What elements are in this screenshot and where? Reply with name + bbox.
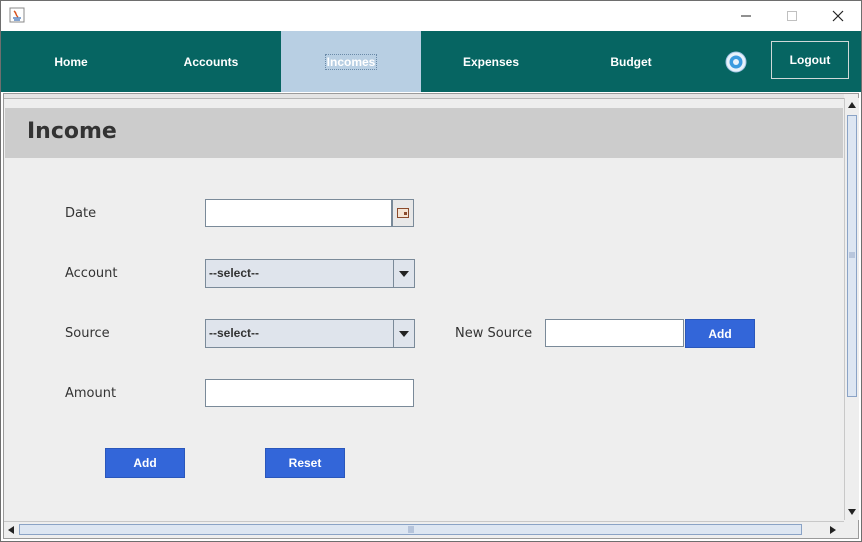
chevron-down-icon — [399, 330, 409, 337]
account-dropdown-arrow[interactable] — [393, 260, 414, 287]
app-window: Home Accounts Incomes Expenses Budget Lo… — [0, 0, 862, 542]
new-source-field[interactable] — [545, 319, 684, 347]
maximize-icon — [787, 11, 797, 21]
reset-button[interactable]: Reset — [265, 448, 345, 478]
source-dropdown-arrow[interactable] — [393, 320, 414, 347]
logout-button[interactable]: Logout — [771, 41, 849, 79]
maximize-button[interactable] — [769, 1, 815, 31]
date-label: Date — [65, 206, 97, 221]
source-select[interactable]: --select-- — [205, 319, 415, 348]
date-field[interactable] — [205, 199, 392, 227]
java-app-icon — [9, 7, 25, 23]
date-picker-button[interactable] — [392, 199, 414, 227]
close-button[interactable] — [815, 1, 861, 31]
scroll-up-icon[interactable] — [848, 102, 856, 108]
main-nav: Home Accounts Incomes Expenses Budget Lo… — [1, 31, 861, 92]
add-income-button[interactable]: Add — [105, 448, 185, 478]
close-icon — [832, 10, 844, 22]
grip-icon — [849, 252, 855, 258]
content-panel: Income Date Account --select-- Source --… — [3, 93, 859, 539]
scroll-right-icon[interactable] — [830, 526, 836, 534]
page-header: Income — [5, 108, 843, 158]
nav-incomes-label: Incomes — [324, 53, 378, 70]
help-icon[interactable] — [725, 51, 747, 73]
nav-home-label: Home — [54, 54, 88, 69]
minimize-icon — [741, 15, 751, 17]
account-label: Account — [65, 266, 118, 281]
source-label: Source — [65, 326, 110, 341]
logout-label: Logout — [789, 53, 831, 67]
add-source-button-label: Add — [708, 326, 732, 341]
nav-budget-label: Budget — [610, 54, 652, 69]
account-select-value: --select-- — [209, 266, 260, 280]
account-select[interactable]: --select-- — [205, 259, 415, 288]
vertical-scroll-thumb[interactable] — [847, 115, 857, 397]
minimize-button[interactable] — [723, 1, 769, 31]
new-source-label: New Source — [455, 326, 533, 341]
horizontal-scrollbar[interactable] — [4, 521, 844, 538]
title-bar — [1, 1, 861, 31]
horizontal-scroll-thumb[interactable] — [19, 524, 802, 535]
nav-accounts[interactable]: Accounts — [141, 31, 281, 92]
add-income-button-label: Add — [133, 456, 157, 470]
nav-budget[interactable]: Budget — [561, 31, 701, 92]
amount-field[interactable] — [205, 379, 414, 407]
amount-label: Amount — [65, 386, 117, 401]
chevron-down-icon — [399, 270, 409, 277]
nav-accounts-label: Accounts — [183, 54, 239, 69]
add-source-button[interactable]: Add — [685, 319, 755, 348]
nav-incomes[interactable]: Incomes — [281, 31, 421, 92]
calendar-icon — [397, 208, 409, 218]
vertical-scrollbar[interactable] — [844, 98, 859, 520]
nav-expenses-label: Expenses — [462, 54, 520, 69]
scroll-left-icon[interactable] — [8, 526, 14, 534]
reset-button-label: Reset — [288, 456, 322, 470]
source-select-value: --select-- — [209, 326, 260, 340]
tab-strip — [4, 94, 844, 99]
nav-expenses[interactable]: Expenses — [421, 31, 561, 92]
grip-icon — [408, 526, 414, 533]
scroll-down-icon[interactable] — [848, 509, 856, 515]
nav-home[interactable]: Home — [1, 31, 141, 92]
page-title: Income — [27, 119, 117, 144]
